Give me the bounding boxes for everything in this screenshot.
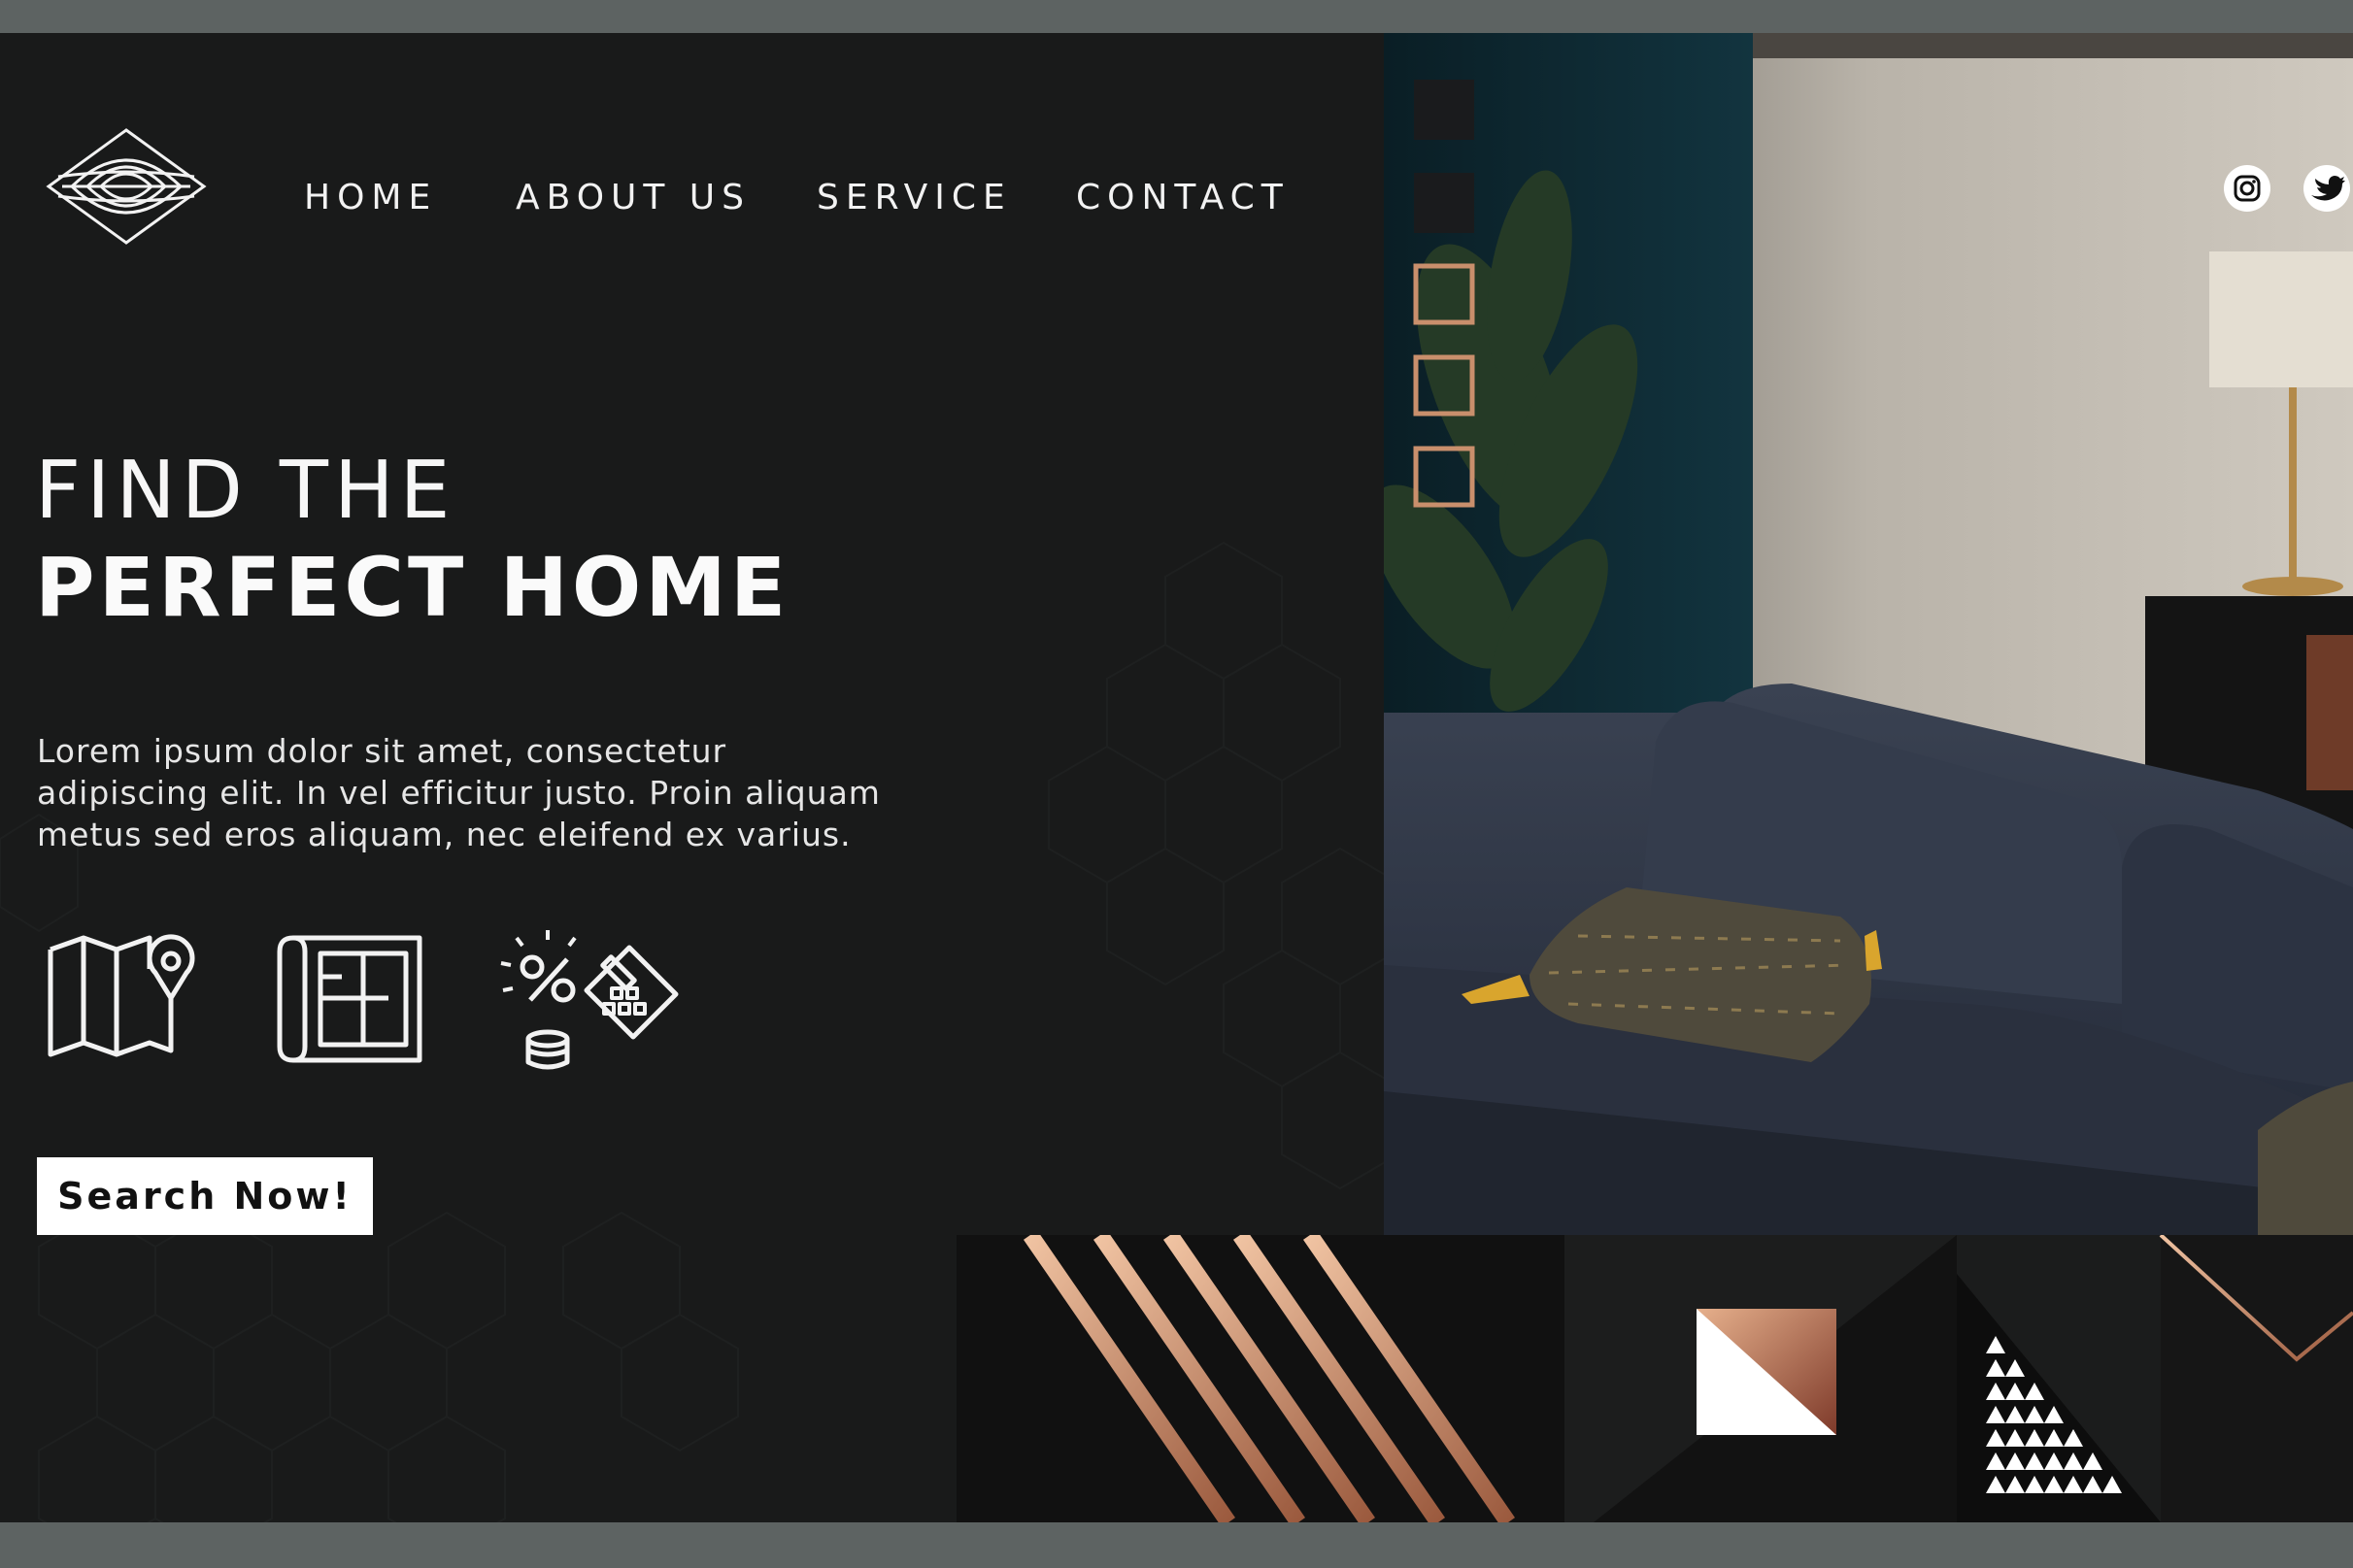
nav-home[interactable]: HOME (304, 169, 437, 227)
decorative-squares (1413, 80, 1475, 508)
landing-page: HOME ABOUT US SERVICE CONTACT FIND THE P… (0, 33, 2353, 1522)
instagram-icon[interactable] (2224, 165, 2270, 212)
hero-paragraph-line: Lorem ipsum dolor sit amet, consectetur (37, 732, 727, 770)
hero-title-line2: PERFECT HOME (35, 540, 790, 635)
twitter-icon[interactable] (2303, 165, 2350, 212)
nav-about-us[interactable]: ABOUT US (516, 169, 751, 227)
geometric-tiles (957, 1235, 2353, 1522)
brand-logo-icon[interactable] (45, 126, 208, 247)
nav-service[interactable]: SERVICE (817, 169, 1012, 227)
nav-contact[interactable]: CONTACT (1076, 169, 1290, 227)
social-links (2224, 165, 2350, 212)
hero-paragraph-line: metus sed eros aliquam, nec eleifend ex … (37, 816, 852, 853)
hero-paragraph: Lorem ipsum dolor sit amet, consectetur … (37, 730, 969, 855)
blueprint-icon (277, 935, 422, 1063)
calculator-percent-icon (500, 930, 679, 1070)
hero-title-line1: FIND THE (35, 445, 456, 537)
hero-paragraph-line: adipiscing elit. In vel efficitur justo.… (37, 774, 881, 812)
map-pin-icon (48, 934, 195, 1057)
living-room-photo (1384, 33, 2353, 1235)
search-now-button[interactable]: Search Now! (37, 1157, 373, 1235)
